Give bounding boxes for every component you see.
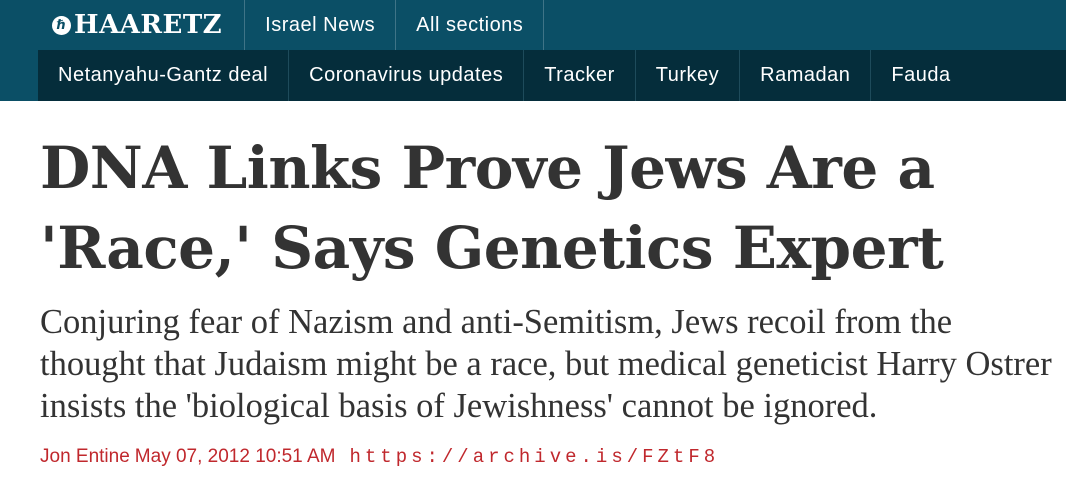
logo-text: HAARETZ — [74, 10, 223, 40]
nav-israel-news[interactable]: Israel News — [245, 0, 397, 50]
top-navigation-bar: ℏ HAARETZ Israel News All sections — [0, 0, 1066, 50]
article-byline: Jon Entine May 07, 2012 10:51 AM https:/… — [40, 446, 1058, 468]
topic-coronavirus-updates[interactable]: Coronavirus updates — [289, 50, 525, 101]
topic-netanyahu-gantz-deal[interactable]: Netanyahu-Gantz deal — [38, 50, 290, 101]
topic-ramadan[interactable]: Ramadan — [740, 50, 872, 101]
section-navigation-bar: Netanyahu-Gantz deal Coronavirus updates… — [0, 50, 1066, 101]
haaretz-logo[interactable]: ℏ HAARETZ — [0, 0, 246, 50]
topic-fauda[interactable]: Fauda — [871, 50, 970, 101]
publish-date: May 07, 2012 10:51 AM — [134, 446, 336, 467]
author-link[interactable]: Jon Entine — [40, 446, 130, 468]
article-header: DNA Links Prove Jews Are a 'Race,' Says … — [0, 128, 1066, 468]
article-subhead: Conjuring fear of Nazism and anti-Semiti… — [40, 303, 1052, 425]
article-headline: DNA Links Prove Jews Are a 'Race,' Says … — [40, 134, 944, 282]
trending-topics-nav: Netanyahu-Gantz deal Coronavirus updates… — [38, 50, 1066, 101]
nav-all-sections[interactable]: All sections — [396, 0, 545, 50]
topic-tracker[interactable]: Tracker — [524, 50, 636, 101]
archive-url: https://archive.is/FZtF8 — [349, 446, 720, 468]
topic-turkey[interactable]: Turkey — [636, 50, 741, 101]
haaretz-logo-icon: ℏ — [52, 15, 71, 35]
